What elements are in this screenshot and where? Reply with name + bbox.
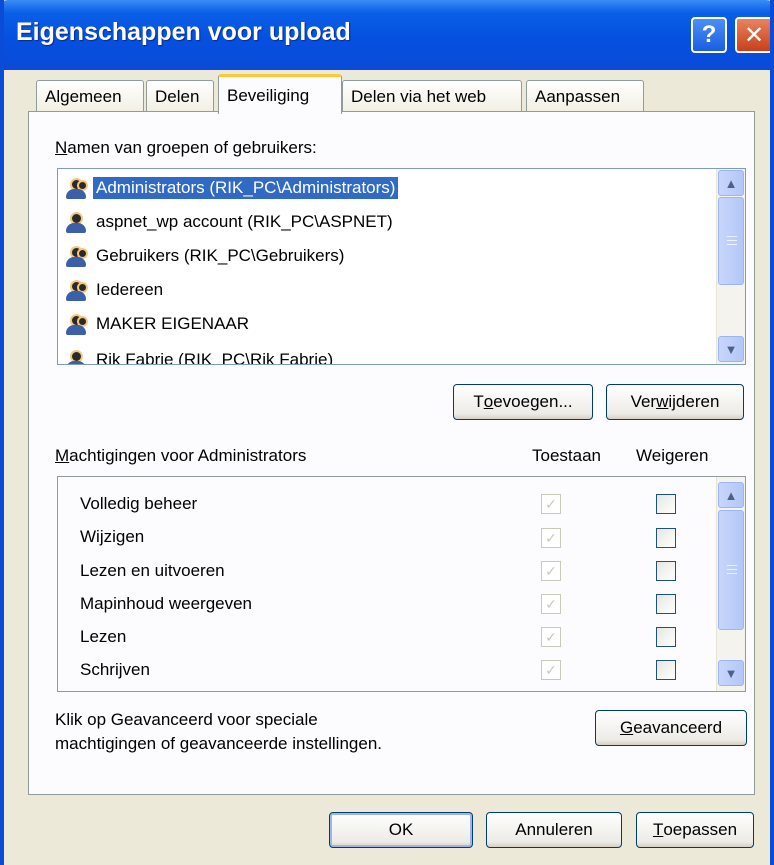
deny-checkbox[interactable] <box>656 660 676 680</box>
tab-aanpassen[interactable]: Aanpassen <box>526 80 644 113</box>
remove-button[interactable]: Ver w ijderen <box>606 384 744 420</box>
user-icon <box>64 349 90 364</box>
group-icon <box>64 313 90 335</box>
user-row-maker-eigenaar[interactable]: MAKER EIGENAAR <box>64 309 252 339</box>
allow-checkbox[interactable]: ✓ <box>541 561 561 581</box>
window-title: Eigenschappen voor upload <box>16 18 351 46</box>
help-button[interactable]: ? <box>691 17 727 53</box>
scroll-up-icon[interactable]: ▲ <box>718 170 744 196</box>
perm-label-lezen-en-uitvoeren: Lezen en uitvoeren <box>80 561 225 580</box>
perm-label-wijzigen: Wijzigen <box>80 527 145 546</box>
user-row-administrators[interactable]: Administrators (RIK_PC\Administrators) <box>64 173 399 203</box>
group-icon <box>64 279 90 301</box>
deny-checkbox[interactable] <box>656 528 676 548</box>
tab-delen-via-het-web[interactable]: Delen via het web <box>342 80 522 113</box>
advanced-note-line2: machtigingen of geavanceerde instellinge… <box>55 734 383 753</box>
allow-checkbox[interactable]: ✓ <box>541 528 561 548</box>
allow-checkbox[interactable]: ✓ <box>541 627 561 647</box>
user-row-iedereen[interactable]: Iedereen <box>64 275 166 305</box>
allow-checkbox[interactable]: ✓ <box>541 494 561 514</box>
perm-label-lezen: Lezen <box>80 627 127 646</box>
group-icon <box>64 245 90 267</box>
apply-button[interactable]: Toepassen <box>636 812 754 848</box>
deny-checkbox[interactable] <box>656 494 676 514</box>
cancel-button[interactable]: Annuleren <box>486 812 622 848</box>
user-icon <box>64 211 90 233</box>
tab-beveiliging[interactable]: Beveiliging <box>218 74 342 114</box>
tab-delen[interactable]: Delen <box>146 80 214 113</box>
close-button[interactable]: ✕ <box>735 17 770 53</box>
users-list-label: Namen van groepen of gebruikers: <box>55 138 317 157</box>
add-button[interactable]: To evoegen... <box>453 384 593 420</box>
advanced-button[interactable]: Geavanceerd <box>595 710 747 746</box>
users-listbox[interactable]: Administrators (RIK_PC\Administrators) a… <box>57 168 746 365</box>
deny-checkbox[interactable] <box>656 594 676 614</box>
permissions-list: Volledig beheer Wijzigen Lezen en uitvoe… <box>57 476 746 692</box>
ok-button[interactable]: OK <box>329 812 473 848</box>
deny-header: Weigeren <box>636 446 709 465</box>
user-row-gebruikers[interactable]: Gebruikers (RIK_PC\Gebruikers) <box>64 241 347 271</box>
allow-header: Toestaan <box>532 446 601 465</box>
allow-checkbox[interactable]: ✓ <box>541 660 561 680</box>
users-scrollbar[interactable]: ▲ ▼ <box>716 169 745 364</box>
deny-checkbox[interactable] <box>656 561 676 581</box>
scroll-down-icon[interactable]: ▼ <box>718 336 744 362</box>
scroll-up-icon[interactable]: ▲ <box>718 482 744 508</box>
perm-label-mapinhoud-weergeven: Mapinhoud weergeven <box>80 594 253 613</box>
user-row-aspnet[interactable]: aspnet_wp account (RIK_PC\ASPNET) <box>64 207 396 237</box>
permissions-scrollbar[interactable]: ▲ ▼ <box>716 477 745 691</box>
scroll-thumb[interactable] <box>718 510 744 630</box>
group-icon <box>64 177 90 199</box>
deny-checkbox[interactable] <box>656 627 676 647</box>
scroll-thumb[interactable] <box>718 197 744 285</box>
allow-checkbox[interactable]: ✓ <box>541 594 561 614</box>
scroll-down-icon[interactable]: ▼ <box>718 660 744 686</box>
perm-label-schrijven: Schrijven <box>80 660 150 679</box>
tab-algemeen[interactable]: Algemeen <box>36 80 144 113</box>
perm-label-volledig-beheer: Volledig beheer <box>80 494 198 513</box>
user-row-rik-fabrie[interactable]: Rik Fabrie (RIK_PC\Rik Fabrie) <box>64 345 336 364</box>
properties-dialog: Eigenschappen voor upload ? ✕ Algemeen D… <box>0 0 774 865</box>
permissions-label: Machtigingen voor Administrators <box>55 446 307 465</box>
advanced-note-line1: Klik op Geavanceerd voor speciale <box>55 710 318 729</box>
security-panel: Namen van groepen of gebruikers: Adminis… <box>28 111 755 795</box>
title-bar[interactable]: Eigenschappen voor upload ? ✕ <box>4 0 770 70</box>
